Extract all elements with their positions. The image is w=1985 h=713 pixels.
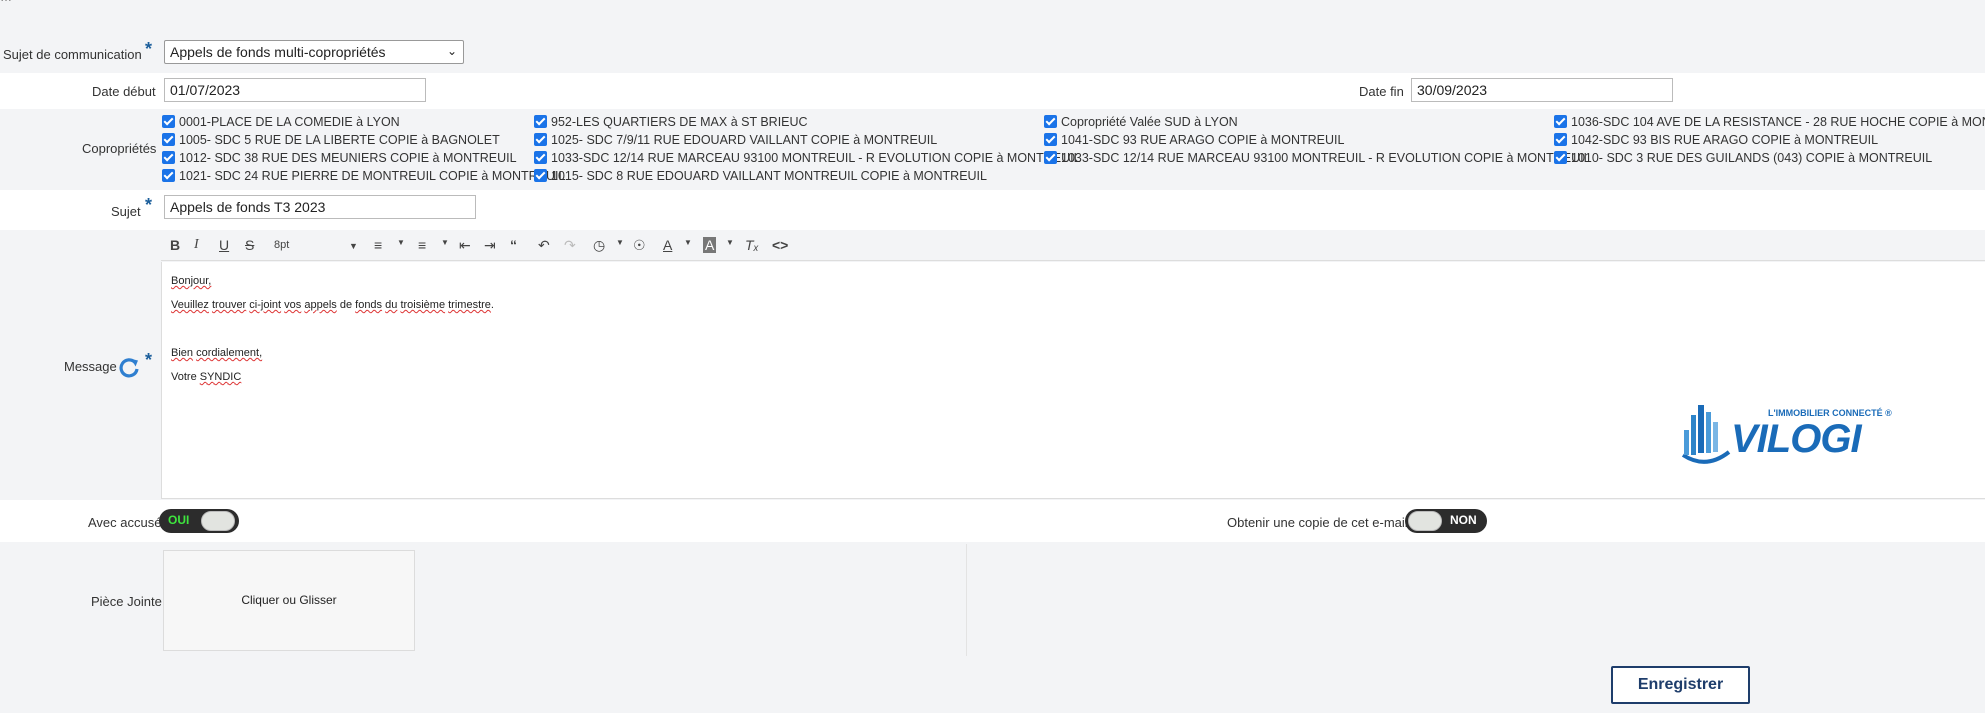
checkbox-checked-icon	[1044, 151, 1057, 164]
chevron-down-icon[interactable]: ▼	[684, 238, 692, 247]
row-toggles: Avec accusé OUI Obtenir une copie de cet…	[0, 500, 1985, 542]
message-label: Message	[64, 359, 117, 374]
background-color-icon[interactable]: A	[703, 237, 717, 253]
checkbox-checked-icon	[1554, 133, 1567, 146]
piece-jointe-label: Pièce Jointe	[91, 594, 162, 609]
chevron-down-icon: ⌄	[446, 44, 457, 58]
divider	[966, 544, 967, 656]
date-end-label: Date fin	[1359, 84, 1404, 99]
chevron-down-icon[interactable]: ▼	[726, 238, 734, 247]
copro-checkbox[interactable]: Copropriété Valée SUD à LYON	[1044, 115, 1238, 133]
chevron-down-icon[interactable]: ▼	[616, 238, 624, 247]
bullet-list-icon[interactable]: ≡	[374, 237, 382, 253]
dropzone-text: Cliquer ou Glisser	[241, 593, 337, 607]
avec-accuse-label: Avec accusé	[88, 515, 162, 530]
checkbox-checked-icon	[534, 151, 547, 164]
clock-icon[interactable]: ◷	[593, 237, 605, 254]
sujet-label: Sujet	[111, 204, 141, 219]
avec-accuse-toggle[interactable]: OUI	[159, 509, 239, 533]
copro-checkbox[interactable]: 1012- SDC 38 RUE DES MEUNIERS COPIE à MO…	[162, 151, 517, 169]
checkbox-checked-icon	[1554, 115, 1567, 128]
subject-communication-label: Sujet de communication	[3, 47, 142, 62]
copro-checkbox[interactable]: 952-LES QUARTIERS DE MAX à ST BRIEUC	[534, 115, 808, 133]
date-end-input[interactable]	[1411, 78, 1673, 102]
font-size-select[interactable]: 8pt	[274, 239, 289, 251]
underline-button[interactable]: U	[219, 237, 229, 253]
chevron-down-icon[interactable]: ▼	[441, 238, 449, 247]
editor-toolbar: B I U S 8pt ▼ ≡ ▼ ≡ ▼ ⇤ ⇥ “ ↶ ↷ ◷ ▼ ☉ A …	[161, 232, 1985, 261]
sujet-input[interactable]	[164, 195, 476, 219]
chevron-down-icon[interactable]: ▼	[349, 241, 358, 251]
source-code-icon[interactable]: <>	[772, 237, 788, 253]
text-color-icon[interactable]: A	[663, 237, 672, 253]
required-marker: *	[145, 195, 153, 215]
vilogi-logo: L'IMMOBILIER CONNECTÉ ® VILOGI	[1671, 395, 1911, 470]
toggle-knob	[201, 511, 235, 531]
copro-checkbox[interactable]: 1033-SDC 12/14 RUE MARCEAU 93100 MONTREU…	[534, 151, 1081, 169]
message-editor[interactable]: Bonjour, Veuillez trouver ci-joint vos a…	[161, 262, 1985, 499]
save-button[interactable]: Enregistrer	[1611, 666, 1750, 704]
checkbox-checked-icon	[534, 115, 547, 128]
coproprietes-checkbox-grid: 0001-PLACE DE LA COMEDIE à LYON 1005- SD…	[162, 115, 1985, 187]
copie-email-label: Obtenir une copie de cet e-mail	[1227, 515, 1408, 530]
message-line: Votre SYNDIC	[171, 371, 242, 383]
strikethrough-button[interactable]: S	[245, 237, 254, 253]
message-line: Bien cordialement,	[171, 347, 263, 359]
numbered-list-icon[interactable]: ≡	[418, 237, 426, 253]
checkbox-checked-icon	[1044, 133, 1057, 146]
logo-wordmark: VILOGI	[1731, 417, 1862, 461]
copro-checkbox[interactable]: 1036-SDC 104 AVE DE LA RESISTANCE - 28 R…	[1554, 115, 1985, 133]
bold-button[interactable]: B	[170, 237, 180, 253]
copro-checkbox[interactable]: 1021- SDC 24 RUE PIERRE DE MONTREUIL COP…	[162, 169, 565, 187]
copro-checkbox[interactable]: 1042-SDC 93 BIS RUE ARAGO COPIE à MONTRE…	[1554, 133, 1878, 151]
row-dates: Date début Date fin	[0, 73, 1985, 109]
copro-checkbox[interactable]: 0001-PLACE DE LA COMEDIE à LYON	[162, 115, 400, 133]
date-start-label: Date début	[92, 84, 156, 99]
copro-checkbox[interactable]: 1025- SDC 7/9/11 RUE EDOUARD VAILLANT CO…	[534, 133, 937, 151]
chevron-down-icon[interactable]: ▼	[397, 238, 405, 247]
checkbox-checked-icon	[534, 133, 547, 146]
checkbox-checked-icon	[162, 151, 175, 164]
undo-icon[interactable]: ↶	[538, 237, 550, 254]
copie-email-toggle[interactable]: NON	[1405, 509, 1487, 533]
date-start-input[interactable]	[164, 78, 426, 102]
checkbox-checked-icon	[162, 115, 175, 128]
checkbox-checked-icon	[1044, 115, 1057, 128]
indent-icon[interactable]: ⇥	[484, 237, 496, 254]
checkbox-checked-icon	[1554, 151, 1567, 164]
toggle-knob	[1408, 511, 1442, 531]
copro-checkbox[interactable]: 1010- SDC 3 RUE DES GUILANDS (043) COPIE…	[1554, 151, 1932, 169]
truncated-header-text: …	[0, 0, 1985, 2]
copro-checkbox[interactable]: 1015- SDC 8 RUE EDOUARD VAILLANT MONTREU…	[534, 169, 987, 187]
outdent-icon[interactable]: ⇤	[459, 237, 471, 254]
row-sujet: Sujet *	[0, 190, 1985, 230]
row-subject-communication: Sujet de communication * Appels de fonds…	[0, 36, 1985, 68]
checkbox-checked-icon	[162, 133, 175, 146]
copro-checkbox[interactable]: 1005- SDC 5 RUE DE LA LIBERTE COPIE à BA…	[162, 133, 500, 151]
redo-icon: ↷	[564, 237, 576, 253]
toggle-off-text: NON	[1450, 513, 1477, 527]
copro-checkbox[interactable]: 1033-SDC 12/14 RUE MARCEAU 93100 MONTREU…	[1044, 151, 1591, 169]
clear-format-icon[interactable]: Tₓ	[745, 237, 759, 253]
checkbox-checked-icon	[162, 169, 175, 182]
preview-eye-icon[interactable]: ☉	[633, 237, 646, 254]
subject-communication-select[interactable]: Appels de fonds multi-copropriétés ⌄	[164, 40, 464, 64]
required-marker: *	[145, 39, 153, 59]
message-line: Veuillez trouver ci-joint vos appels de …	[171, 299, 494, 311]
refresh-icon[interactable]	[117, 356, 141, 380]
toggle-on-text: OUI	[168, 513, 190, 527]
required-marker: *	[145, 350, 153, 370]
italic-button[interactable]: I	[194, 237, 199, 253]
checkbox-checked-icon	[534, 169, 547, 182]
coproprietes-label: Copropriétés	[82, 141, 157, 156]
subject-communication-value: Appels de fonds multi-copropriétés	[170, 44, 386, 60]
copro-checkbox[interactable]: 1041-SDC 93 RUE ARAGO COPIE à MONTREUIL	[1044, 133, 1344, 151]
quote-icon[interactable]: “	[510, 237, 517, 253]
attachment-dropzone[interactable]: Cliquer ou Glisser	[163, 550, 415, 651]
message-line: Bonjour,	[171, 275, 212, 287]
